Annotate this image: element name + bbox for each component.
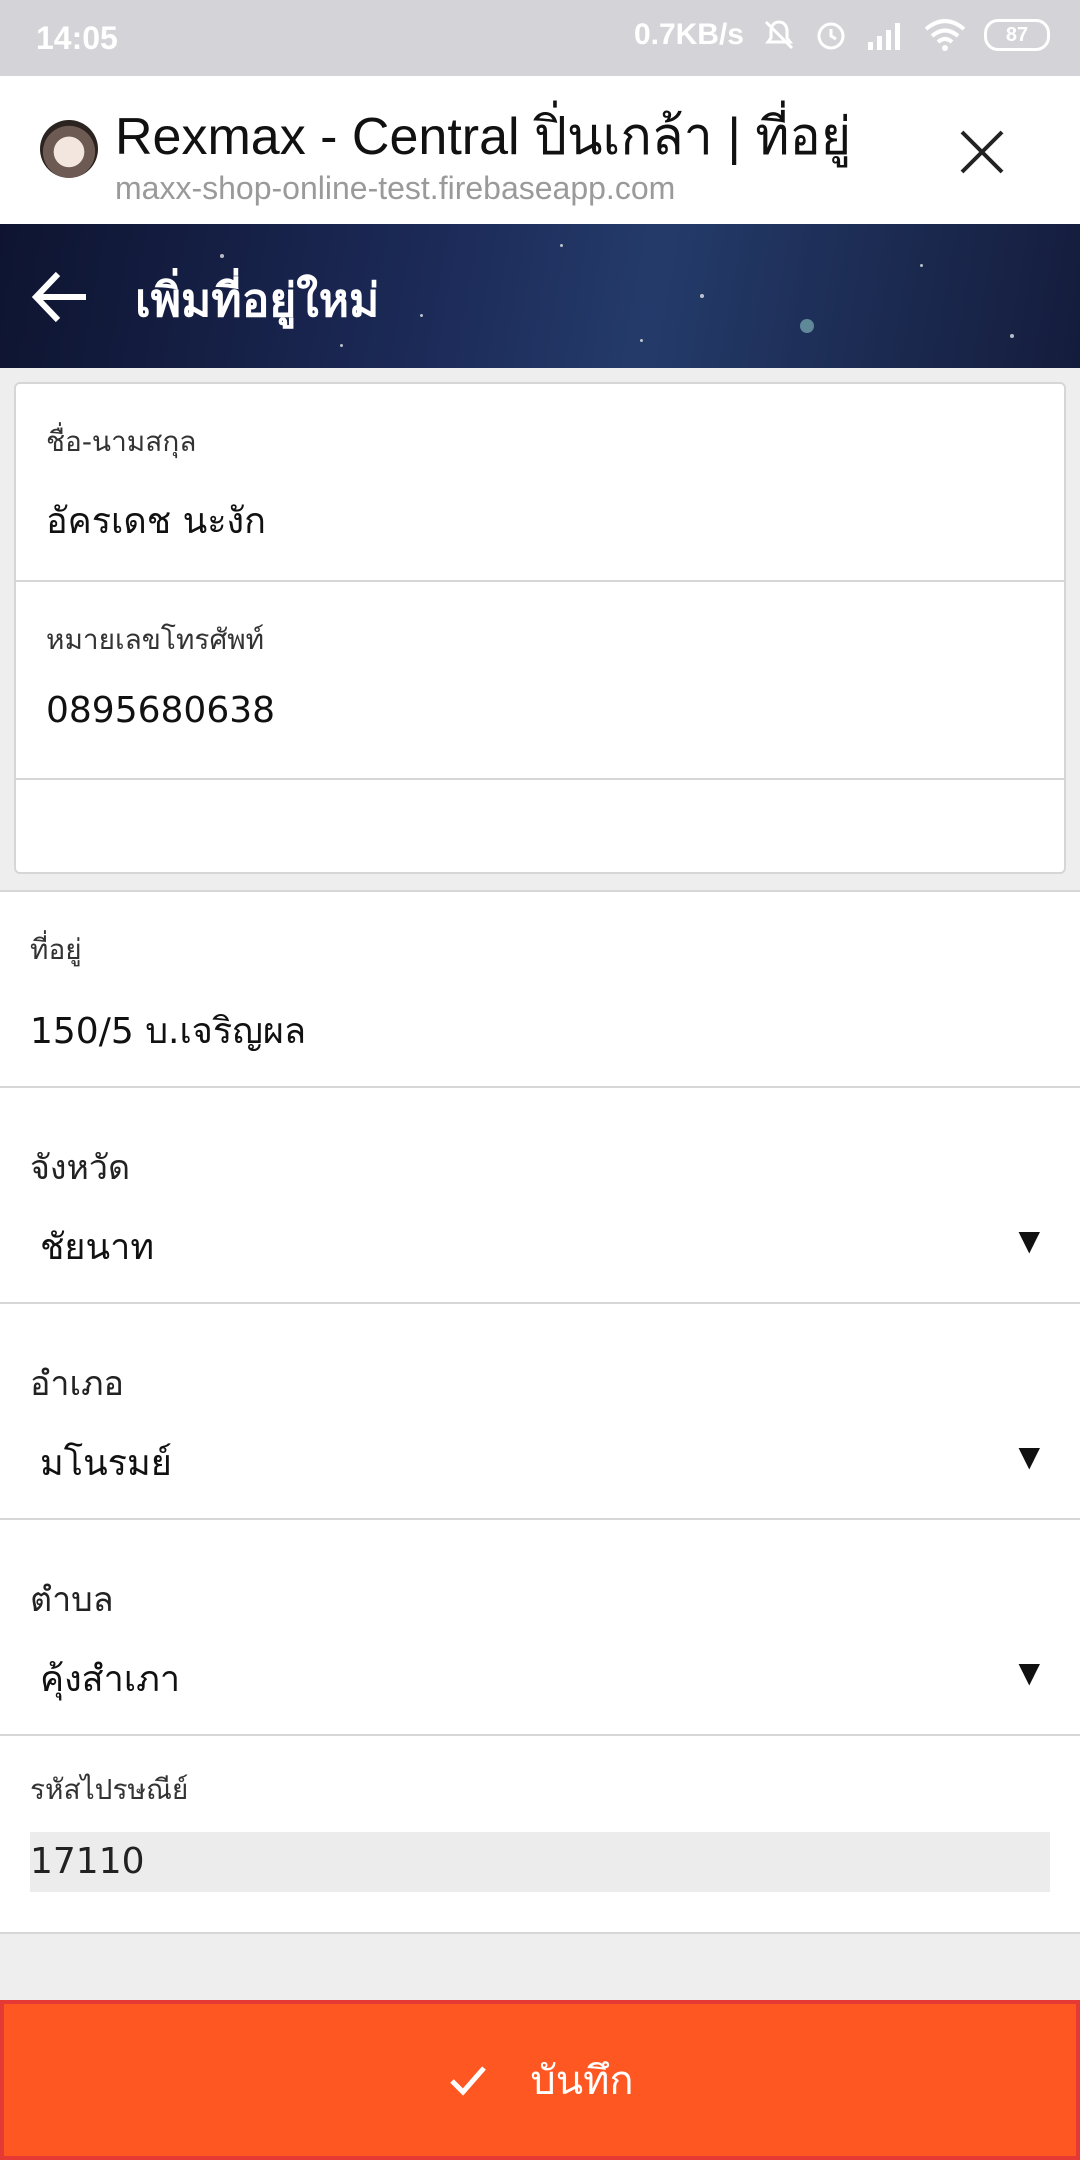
- province-value[interactable]: ชัยนาท: [40, 1218, 154, 1275]
- status-bar: 14:05 0.7KB/s 87: [0, 0, 1080, 76]
- zip-label: รหัสไปรษณีย์: [30, 1773, 189, 1806]
- mute-icon: [764, 20, 794, 50]
- phone-value[interactable]: 0895680638: [46, 690, 275, 731]
- caret-down-icon[interactable]: ▼: [1018, 1656, 1040, 1689]
- save-label: บันทึก: [530, 2058, 634, 2104]
- page-url: maxx-shop-online-test.firebaseapp.com: [115, 170, 676, 206]
- back-arrow-icon[interactable]: [30, 266, 92, 328]
- phone-field[interactable]: หมายเลขโทรศัพท์ 0895680638: [16, 582, 1064, 780]
- province-label: จังหวัด: [30, 1148, 131, 1188]
- district-value[interactable]: มโนรมย์: [40, 1434, 172, 1491]
- page-header: เพิ่มที่อยู่ใหม่: [0, 224, 1080, 368]
- caret-down-icon[interactable]: ▼: [1018, 1224, 1040, 1257]
- subdistrict-label: ตำบล: [30, 1580, 114, 1620]
- status-time: 14:05: [36, 20, 118, 56]
- alarm-icon: [817, 22, 845, 50]
- close-icon[interactable]: [954, 124, 1010, 180]
- name-label: ชื่อ-นามสกุล: [46, 425, 197, 458]
- contact-card: ชื่อ-นามสกุล อัครเดช นะงัก หมายเลขโทรศัพ…: [14, 382, 1066, 874]
- district-label: อำเภอ: [30, 1364, 124, 1404]
- district-select[interactable]: อำเภอ มโนรมย์ ▼: [0, 1302, 1080, 1520]
- browser-bar: Rexmax - Central ปิ่นเกล้า | ที่อยู่ max…: [0, 76, 1080, 224]
- address-label: ที่อยู่: [30, 933, 82, 966]
- address-value[interactable]: 150/5 บ.เจริญผล: [30, 1002, 306, 1059]
- battery-indicator: 87: [984, 19, 1050, 51]
- subdistrict-value[interactable]: คุ้งสำเภา: [40, 1650, 180, 1707]
- subdistrict-select[interactable]: ตำบล คุ้งสำเภา ▼: [0, 1518, 1080, 1736]
- site-favicon: [40, 120, 98, 178]
- network-speed: 0.7KB/s: [633, 18, 744, 51]
- checkmark-icon: [450, 2066, 487, 2096]
- caret-down-icon[interactable]: ▼: [1018, 1440, 1040, 1473]
- zip-input[interactable]: 17110: [30, 1832, 1050, 1892]
- signal-icon: [868, 23, 900, 50]
- province-select[interactable]: จังหวัด ชัยนาท ▼: [0, 1086, 1080, 1304]
- header-title: เพิ่มที่อยู่ใหม่: [135, 273, 380, 327]
- status-icons: 0.7KB/s 87: [634, 18, 1050, 52]
- save-button[interactable]: บันทึก: [0, 2000, 1080, 2160]
- name-field[interactable]: ชื่อ-นามสกุล อัครเดช นะงัก: [16, 384, 1064, 582]
- page-title: Rexmax - Central ปิ่นเกล้า | ที่อยู่: [115, 108, 852, 166]
- address-field[interactable]: ที่อยู่ 150/5 บ.เจริญผล: [0, 890, 1080, 1088]
- phone-label: หมายเลขโทรศัพท์: [46, 623, 265, 656]
- wifi-icon: [924, 19, 966, 51]
- zip-field: รหัสไปรษณีย์ 17110: [0, 1734, 1080, 1934]
- name-value[interactable]: อัครเดช นะงัก: [46, 492, 266, 549]
